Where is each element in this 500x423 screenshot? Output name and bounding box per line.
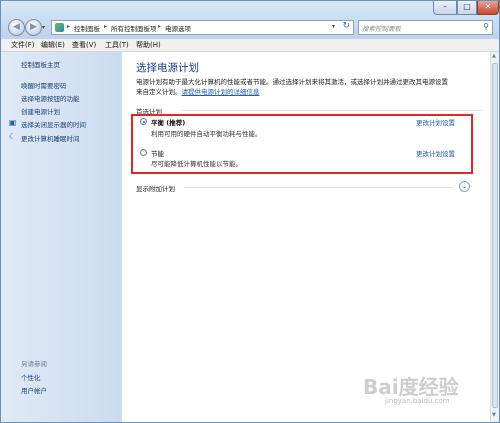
breadcrumb-control-panel[interactable]: 控制面板	[74, 23, 100, 33]
minimize-button[interactable]: –	[433, 1, 457, 15]
breadcrumb-separator-icon[interactable]: ▸	[158, 23, 161, 30]
baidu-watermark-url: jingyan.baidu.com	[385, 397, 450, 405]
menu-tools[interactable]: 工具(T)	[105, 40, 129, 50]
baidu-watermark-logo: Bai度经验	[363, 375, 459, 399]
address-bar[interactable]: ▸ 控制面板 ▸ 所有控制面板项 ▸ 电源选项 ▾ ↻	[51, 20, 354, 35]
sidebar-item-create-plan[interactable]: 创建电源计划	[21, 106, 60, 116]
refresh-icon[interactable]: ↻	[342, 21, 350, 31]
section-divider	[184, 187, 454, 188]
search-icon[interactable]: ⚲	[483, 22, 489, 31]
search-input[interactable]: 搜索控制面板	[362, 23, 401, 33]
menu-edit[interactable]: 编辑(E)	[41, 40, 65, 50]
scroll-up-icon[interactable]: ▲	[492, 53, 498, 61]
vertical-scrollbar[interactable]: ▲ ▼	[490, 52, 499, 422]
display-icon: ▣	[8, 118, 17, 127]
section-divider	[182, 110, 482, 111]
control-panel-window: – □ ✕ ◀ ▶ ▾ ▸ 控制面板 ▸ 所有控制面板项 ▸ 电源选项 ▾ ↻ …	[0, 0, 500, 423]
search-box[interactable]: 搜索控制面板 ⚲	[358, 20, 493, 35]
breadcrumb-power-options[interactable]: 电源选项	[165, 23, 191, 33]
scroll-down-icon[interactable]: ▼	[492, 412, 498, 420]
plan-balanced-description: 利用可用的硬件自动平衡功耗与性能。	[151, 130, 262, 138]
sidebar-item-user-accounts[interactable]: 用户帐户	[21, 385, 47, 395]
sidebar-home-link[interactable]: 控制面板主页	[21, 59, 60, 69]
plan-power-saver-change-settings[interactable]: 更改计划设置	[416, 148, 455, 158]
see-also-heading: 另请参阅	[21, 360, 47, 368]
sidebar-item-personalization[interactable]: 个性化	[21, 372, 41, 382]
control-panel-icon	[55, 23, 64, 32]
page-description: 电源计划有助于最大化计算机的性能或者节能。通过选择计划来将其激活，或选择计划并通…	[136, 78, 448, 86]
chevron-down-icon[interactable]: ⌄	[459, 181, 470, 192]
page-description-line2: 来自定义计划。请提供电源计划的详细信息	[136, 86, 260, 96]
plan-power-saver-name[interactable]: 节能	[151, 148, 164, 158]
breadcrumb-separator-icon[interactable]: ▸	[104, 23, 107, 30]
scroll-thumb[interactable]	[492, 63, 498, 408]
moon-icon: ☾	[8, 132, 17, 141]
plan-balanced-name[interactable]: 平衡 (推荐)	[151, 117, 185, 127]
sidebar: 控制面板主页 唤醒时需要密码 选择电源按钮的功能 创建电源计划 ▣ 选择关闭显示…	[1, 52, 121, 422]
back-button[interactable]: ◀	[8, 19, 25, 36]
sidebar-item-power-buttons[interactable]: 选择电源按钮的功能	[21, 93, 80, 103]
menu-bar: 文件(F) 编辑(E) 查看(V) 工具(T) 帮助(H)	[1, 39, 499, 52]
title-bar: – □ ✕ ◀ ▶ ▾ ▸ 控制面板 ▸ 所有控制面板项 ▸ 电源选项 ▾ ↻ …	[1, 1, 499, 39]
sidebar-item-display-off[interactable]: 选择关闭显示器的时间	[21, 119, 86, 129]
menu-help[interactable]: 帮助(H)	[136, 40, 161, 50]
address-dropdown-icon[interactable]: ▾	[332, 23, 335, 30]
menu-file[interactable]: 文件(F)	[11, 40, 35, 50]
page-title: 选择电源计划	[136, 62, 199, 74]
sidebar-item-wake-password[interactable]: 唤醒时需要密码	[21, 80, 67, 90]
sidebar-item-sleep-time[interactable]: 更改计算机睡眠时间	[21, 133, 80, 143]
breadcrumb-all-items[interactable]: 所有控制面板项	[111, 23, 157, 33]
history-dropdown-icon[interactable]: ▾	[42, 24, 45, 31]
plan-power-saver-description: 尽可能降低计算机性能以节能。	[151, 160, 242, 168]
plan-balanced-change-settings[interactable]: 更改计划设置	[416, 117, 455, 127]
breadcrumb-separator-icon[interactable]: ▸	[67, 23, 70, 30]
menu-view[interactable]: 查看(V)	[72, 40, 96, 50]
main-content: 选择电源计划 电源计划有助于最大化计算机的性能或者节能。通过选择计划来将其激活，…	[122, 52, 490, 422]
page-description-prefix: 来自定义计划。	[136, 88, 182, 96]
plan-details-link[interactable]: 请提供电源计划的详细信息	[182, 88, 260, 96]
close-button[interactable]: ✕	[477, 1, 499, 15]
maximize-button[interactable]: □	[457, 1, 477, 15]
forward-button[interactable]: ▶	[25, 19, 42, 36]
plan-power-saver-radio[interactable]	[140, 149, 147, 156]
plan-balanced-radio[interactable]	[140, 118, 147, 125]
show-additional-plans-label[interactable]: 显示附加计划	[136, 183, 175, 193]
